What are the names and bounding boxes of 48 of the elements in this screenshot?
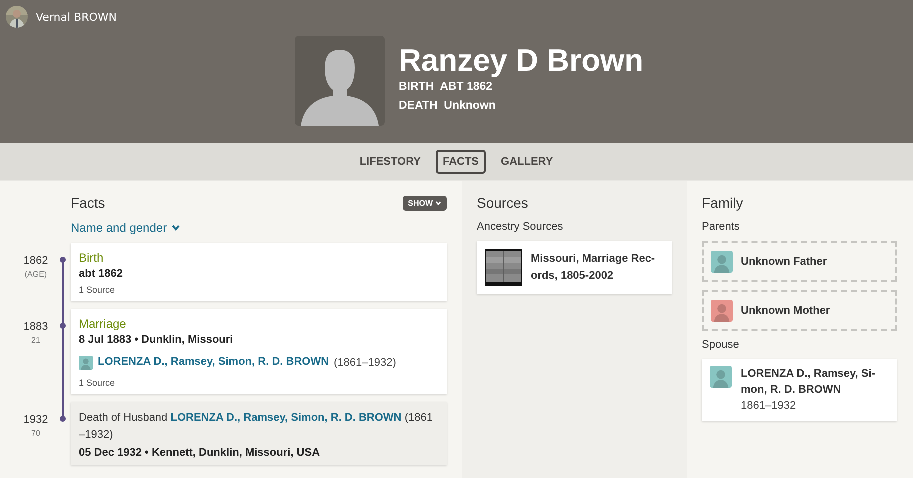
section-title: Sources [477, 195, 530, 211]
nav-tab[interactable]: LIFESTORY [352, 150, 428, 174]
nav-tab[interactable]: GALLERY [494, 150, 560, 174]
event-age: (AGE) [24, 270, 48, 279]
event-description: Death of Husband LORENZA D., Ramsey, Simon, R. D. BROWN (1861 –1932) [79, 411, 434, 443]
event-detail: 05 Dec 1932 • Kennett, Dunklin, Missouri, USA [79, 447, 322, 459]
person-link[interactable]: LORENZA D., Ramsey, Simon, R. D. BROWN [170, 412, 402, 424]
filter-dropdown[interactable]: Name and gender [71, 221, 182, 235]
event-year: 1862 [24, 255, 48, 267]
event-age: 70 [32, 429, 40, 438]
source-card[interactable]: Missouri, Marriage Rec-ords, 1805-2002 [477, 241, 672, 294]
nav-tab[interactable]: FACTS [436, 150, 486, 174]
user-name[interactable]: Vernal BROWN [36, 10, 117, 24]
life-fact: DEATH Unknown [399, 99, 497, 114]
person-name: Ranzey D Brown [399, 44, 644, 78]
timeline-dot [60, 416, 66, 422]
event-title: Birth [79, 251, 105, 265]
source-count[interactable]: 1 Source [79, 285, 439, 295]
parent-slot[interactable]: Unknown Mother [702, 290, 897, 331]
chevron-down-icon [171, 223, 182, 233]
person-avatar-icon [711, 300, 733, 322]
person-link[interactable]: LORENZA D., Ramsey, Simon, R. D. BROWN [98, 356, 330, 368]
section-title: Facts [71, 195, 106, 211]
event-title: Marriage [79, 317, 128, 331]
chevron-down-icon [435, 200, 442, 206]
life-dates: 1861–1932 [741, 399, 798, 414]
event-detail: 8 Jul 1883 • Dunklin, Missouri [79, 334, 234, 346]
person-avatar-icon [79, 356, 93, 370]
event-age: 21 [32, 336, 40, 345]
spouse-card[interactable]: LORENZA D., Ramsey, Si-mon, R. D. BROWN 1861–1932 [702, 359, 897, 421]
group-label: Parents [702, 221, 741, 233]
person-avatar-icon [710, 366, 732, 388]
source-title: Missouri, Marriage Rec-ords, 1805-2002 [531, 252, 656, 284]
spouse-name[interactable]: LORENZA D., Ramsey, Si-mon, R. D. BROWN [741, 366, 889, 398]
show-button[interactable]: SHOW [403, 196, 447, 210]
event-detail: abt 1862 [79, 268, 124, 280]
group-label: Ancestry Sources [477, 221, 564, 233]
life-dates: (1861–1932) [334, 356, 396, 368]
event-year: 1932 [24, 414, 48, 426]
source-count[interactable]: 1 Source [79, 378, 439, 388]
timeline-dot [60, 257, 66, 263]
life-fact: BIRTH ABT 1862 [399, 80, 494, 95]
group-label: Spouse [702, 339, 740, 351]
section-title: Family [702, 195, 744, 211]
timeline-dot [60, 323, 66, 329]
parent-slot[interactable]: Unknown Father [702, 241, 897, 282]
event-year: 1883 [24, 321, 48, 333]
person-avatar-icon [711, 250, 733, 272]
